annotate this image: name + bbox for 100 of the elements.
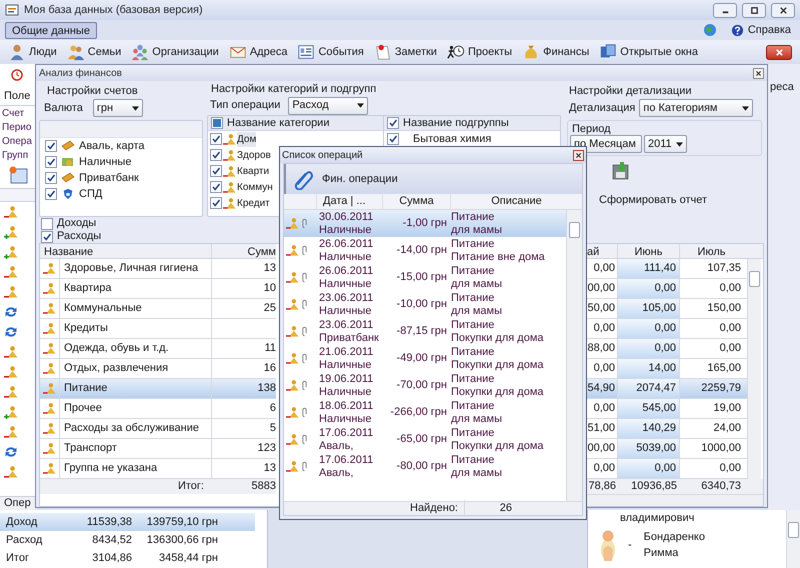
table-row[interactable]: 50,00 105,00 150,00 (587, 299, 747, 319)
money-bag-minus-icon (223, 196, 236, 210)
table-cell-text: -87,15 грн (396, 325, 447, 338)
checkbox[interactable] (210, 181, 222, 193)
checkbox[interactable] (387, 133, 399, 145)
summary-row[interactable]: Итог 3104,86 3458,44 грн (0, 549, 255, 567)
checkbox[interactable] (45, 140, 57, 152)
table-cell-text: -49,00 грн (396, 352, 447, 365)
dropdown[interactable]: по Категориям (639, 99, 754, 117)
table-row[interactable]: Транспорт 123 (40, 439, 276, 459)
close-button[interactable] (573, 150, 584, 160)
table-row[interactable]: Кредиты (40, 319, 276, 339)
table-row[interactable]: 88,00 0,00 0,00 (587, 339, 747, 359)
checkbox[interactable] (45, 172, 57, 184)
toolbar-button[interactable]: Заметки (374, 43, 437, 61)
contact-name[interactable]: владимирович (588, 510, 786, 526)
table-row[interactable]: Квартира 10 (40, 279, 276, 299)
paperclip-icon (302, 272, 307, 283)
total-cell-text: 10936,85 (630, 479, 678, 494)
category-item[interactable]: Кварти (237, 164, 270, 178)
money-bag-minus-icon (223, 164, 236, 178)
found-count: 26 (464, 500, 514, 517)
table-row[interactable]: 51,00 140,29 24,00 (587, 419, 747, 439)
maximize-button[interactable] (742, 2, 766, 18)
paperclip-icon[interactable] (292, 168, 314, 190)
table-cell-text: -14,00 грн (396, 244, 447, 257)
report-button[interactable]: Сформировать отчет (599, 192, 708, 208)
scrollbar[interactable] (747, 259, 761, 479)
table-row[interactable]: 54,90 2074,47 2259,79 (587, 379, 747, 399)
column-header: Июль (696, 245, 727, 258)
table-cell-text: 6 (268, 401, 276, 416)
close-button[interactable] (753, 68, 764, 78)
scrollbar[interactable] (587, 494, 763, 506)
table-row[interactable]: 0,00 0,00 0,00 (587, 319, 747, 339)
minimize-button[interactable] (713, 2, 737, 18)
summary-row[interactable]: Расход 8434,52 136300,66 грн (0, 531, 255, 549)
refresh-icon (4, 325, 18, 339)
paperclip-icon (302, 461, 307, 472)
table-row[interactable]: Питание 138 (40, 379, 276, 399)
table-row[interactable]: Коммунальные 25 (40, 299, 276, 319)
category-item[interactable]: Дом (237, 132, 256, 146)
column-header: Июнь (618, 244, 680, 258)
money-bag-minus-icon (286, 271, 299, 284)
dropdown[interactable]: грн (92, 99, 143, 117)
alarm-clock-icon[interactable] (10, 67, 24, 81)
scrollbar[interactable] (566, 210, 582, 501)
category-item[interactable]: Коммун (237, 180, 273, 194)
checkbox[interactable] (210, 149, 222, 161)
toolbar-button[interactable]: Люди (8, 43, 57, 61)
table-row[interactable]: 00,00 5039,00 1000,00 (587, 439, 747, 459)
table-row[interactable]: Одежда, обувь и т.д. 11 (40, 339, 276, 359)
money-bag-plus-icon (4, 225, 18, 239)
table-cell-text: 3104,86 (91, 550, 132, 566)
table-row[interactable]: 00,00 0,00 0,00 (587, 279, 747, 299)
money-bag-minus-icon (223, 180, 236, 194)
toolbar-button[interactable]: События (297, 43, 364, 61)
table-row[interactable]: Расходы за обслуживание 5 (40, 419, 276, 439)
table-cell: 14,00 (618, 359, 680, 378)
contact-name[interactable]: Бондаренко Римма (644, 529, 705, 561)
toolbar-button[interactable]: Финансы (522, 43, 590, 61)
table-cell: 0,00 (618, 339, 680, 358)
checkbox[interactable] (41, 230, 53, 242)
checkbox[interactable] (210, 197, 222, 209)
toolbar-button[interactable]: Открытые окна (599, 43, 698, 61)
table-cell: 105,00 (618, 299, 680, 318)
scrollbar[interactable] (786, 510, 800, 568)
help-button[interactable]: Справка (730, 22, 791, 38)
checkbox[interactable] (387, 117, 399, 129)
money-bag-minus-icon (43, 302, 56, 315)
checkbox[interactable] (210, 133, 222, 145)
money-bag-minus-icon (4, 365, 18, 379)
toolbar-button[interactable]: Адреса (228, 43, 288, 61)
save-icon[interactable] (611, 161, 631, 181)
table-row[interactable]: Здоровье, Личная гигиена 13 (40, 259, 276, 279)
subgroup-item[interactable]: Бытовая химия (413, 130, 492, 148)
checkbox[interactable] (41, 218, 53, 230)
close-button[interactable] (766, 44, 792, 60)
table-cell-text: Питание Покупки для дома (450, 318, 544, 344)
toolbar-label[interactable]: Фин. операции (322, 170, 398, 188)
money-bag-minus-icon (43, 442, 56, 455)
close-button[interactable] (771, 2, 795, 18)
category-item[interactable]: Здоров (237, 148, 271, 162)
checkbox[interactable] (45, 156, 57, 168)
menu-tab[interactable]: Общие данные (5, 22, 97, 38)
checkbox[interactable] (211, 117, 223, 129)
table-row[interactable]: 0,00 111,40 107,35 (587, 259, 747, 279)
dropdown[interactable]: 2011 (644, 135, 687, 153)
table-row[interactable]: 0,00 545,00 19,00 (587, 399, 747, 419)
checkbox[interactable] (45, 188, 57, 200)
document-icon[interactable] (8, 165, 28, 185)
checkbox[interactable] (210, 165, 222, 177)
table-cell: Одежда, обувь и т.д. (60, 339, 212, 358)
toolbar-button[interactable]: Организации (131, 43, 219, 61)
table-row[interactable]: Прочее 6 (40, 399, 276, 419)
dropdown[interactable]: Расход (288, 96, 368, 114)
summary-row[interactable]: Доход 11539,38 139759,10 грн (0, 513, 255, 531)
category-item[interactable]: Кредит (237, 196, 270, 210)
toolbar-button[interactable]: Проекты (446, 43, 512, 61)
toolbar-button[interactable]: Семьи (66, 43, 122, 61)
globe-icon[interactable] (702, 23, 717, 37)
